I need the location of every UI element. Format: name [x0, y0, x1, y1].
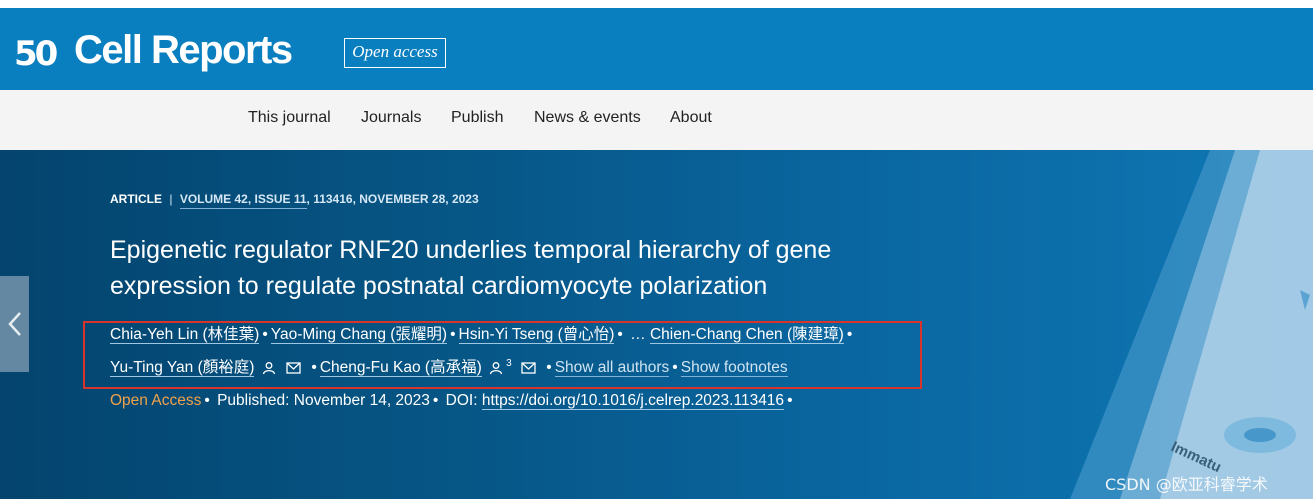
logo-50-mark: 50: [14, 28, 64, 74]
logo-50-icon: 50: [14, 34, 61, 74]
open-access-label: Open Access: [110, 392, 202, 409]
article-details: , 113416, NOVEMBER 28, 2023: [306, 192, 479, 206]
logo-text: Cell Reports: [74, 27, 293, 72]
chevron-left-icon: [7, 312, 21, 336]
figure-decoration: Immatu: [1070, 150, 1313, 499]
published-date: Published: November 14, 2023: [217, 392, 430, 409]
nav-publish[interactable]: Publish: [451, 109, 503, 127]
csdn-watermark: CSDN @欧亚科睿学术: [1105, 475, 1268, 494]
volume-issue-link[interactable]: VOLUME 42, ISSUE 11: [179, 192, 307, 209]
article-meta: ARTICLE | VOLUME 42, ISSUE 11, 113416, N…: [110, 192, 479, 209]
nav-news-events[interactable]: News & events: [534, 109, 641, 127]
main-nav: This journal Journals Publish News & eve…: [0, 90, 1313, 150]
nav-journals[interactable]: Journals: [361, 109, 421, 127]
carousel-prev-button[interactable]: [0, 276, 29, 372]
cell-reports-logo[interactable]: 50 Cell Reports: [14, 27, 293, 74]
site-header: 50 Cell Reports Open access: [0, 8, 1313, 90]
highlight-box: [83, 321, 922, 389]
nav-about[interactable]: About: [670, 109, 712, 127]
nav-this-journal[interactable]: This journal: [248, 109, 331, 127]
publication-info: Open Access • Published: November 14, 202…: [110, 392, 793, 410]
doi-link[interactable]: https://doi.org/10.1016/j.celrep.2023.11…: [481, 392, 785, 410]
open-access-badge: Open access: [344, 38, 446, 68]
doi-label: DOI:: [445, 392, 478, 409]
article-title: Epigenetic regulator RNF20 underlies tem…: [110, 236, 832, 300]
svg-text:50: 50: [14, 35, 58, 71]
article-type: ARTICLE: [110, 192, 162, 206]
page: 50 Cell Reports Open access This journal…: [0, 0, 1313, 499]
meta-separator: |: [169, 192, 173, 206]
article-hero: Immatu ARTICLE | VOLUME 42, ISSUE 11, 11…: [0, 150, 1313, 499]
